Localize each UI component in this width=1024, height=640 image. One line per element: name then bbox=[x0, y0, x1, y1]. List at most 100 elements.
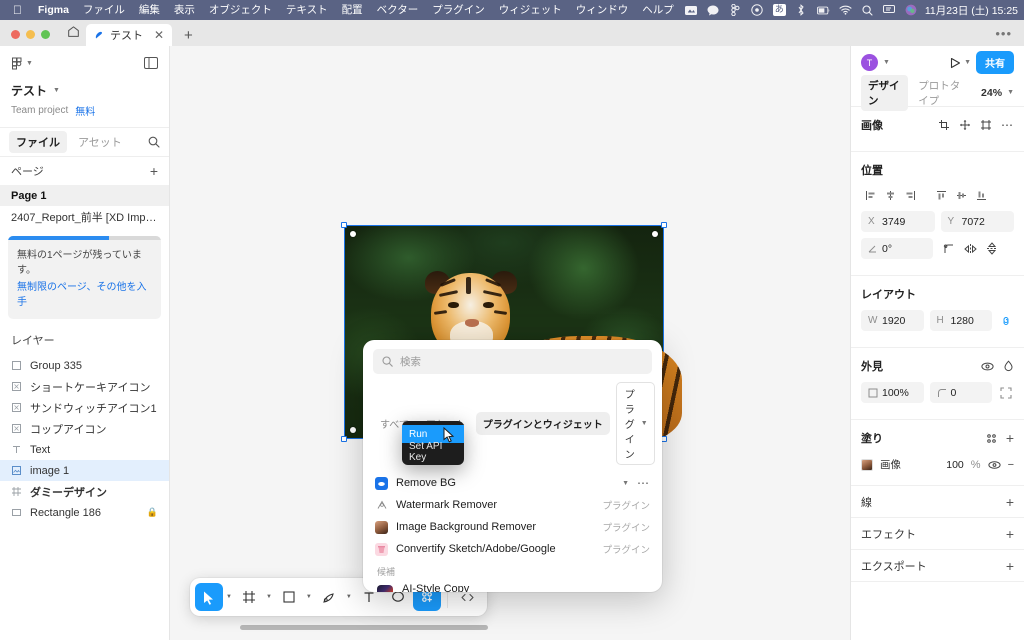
layer-row-image-1[interactable]: image 1 bbox=[0, 460, 169, 481]
plus-icon[interactable]: + bbox=[1006, 559, 1014, 573]
opacity-field[interactable]: 100% bbox=[861, 382, 924, 403]
x-field[interactable]: X 3749 bbox=[861, 211, 935, 232]
y-field[interactable]: Y 7072 bbox=[940, 211, 1014, 232]
align-bottom-icon[interactable] bbox=[972, 186, 990, 204]
independent-corners-icon[interactable] bbox=[998, 384, 1014, 402]
upsell-link[interactable]: 無制限のページ、その他を入手 bbox=[17, 280, 152, 310]
crop-icon[interactable] bbox=[938, 119, 950, 131]
pen-tool[interactable] bbox=[315, 583, 343, 611]
plugin-type-select[interactable]: プラグイン ▼ bbox=[615, 382, 655, 465]
fill-row-image[interactable]: 画像 100 % − bbox=[861, 454, 1014, 475]
search-icon[interactable] bbox=[148, 136, 160, 148]
spotlight-search-icon[interactable] bbox=[861, 4, 874, 17]
context-menu-item-set-api-key[interactable]: Set API Key bbox=[402, 441, 464, 463]
plugin-row-image-background-remover[interactable]: Image Background Remover プラグイン bbox=[365, 516, 660, 538]
align-center-h-icon[interactable] bbox=[881, 186, 899, 204]
chevron-down-icon[interactable]: ▼ bbox=[224, 594, 234, 600]
tab-design[interactable]: デザイン bbox=[861, 74, 909, 111]
chevron-down-icon[interactable]: ▼ bbox=[304, 594, 314, 600]
blend-mode-icon[interactable] bbox=[1003, 360, 1014, 372]
crop-handle-top-left[interactable] bbox=[350, 231, 356, 237]
wifi-icon[interactable] bbox=[839, 4, 852, 17]
input-source-badge[interactable]: あ bbox=[772, 4, 786, 16]
suggestion-card-ai-style-copy[interactable]: AI-Style Copy Transform your designs wit… bbox=[365, 581, 660, 592]
siri-icon[interactable] bbox=[905, 4, 918, 17]
layer-row-group-335[interactable]: Group 335 bbox=[0, 355, 169, 376]
layer-row-dummy-design[interactable]: ダミーデザイン bbox=[0, 481, 169, 502]
shape-tool[interactable] bbox=[275, 583, 303, 611]
menu-edit[interactable]: 編集 bbox=[132, 0, 167, 20]
chat-icon[interactable] bbox=[707, 4, 720, 17]
rotation-field[interactable]: 0° bbox=[861, 238, 933, 259]
frame-tool[interactable] bbox=[235, 583, 263, 611]
tab-files[interactable]: ファイル bbox=[9, 131, 67, 153]
search-input[interactable]: 検索 bbox=[373, 349, 652, 374]
height-field[interactable]: H 1280 bbox=[929, 310, 992, 331]
lock-icon[interactable]: 🔒 bbox=[147, 507, 158, 518]
align-right-icon[interactable] bbox=[901, 186, 919, 204]
share-button[interactable]: 共有 bbox=[976, 51, 1014, 74]
panel-toggle-icon[interactable] bbox=[144, 57, 158, 69]
zoom-control[interactable]: 24% ▼ bbox=[981, 87, 1014, 99]
styles-icon[interactable] bbox=[986, 433, 997, 444]
align-top-icon[interactable] bbox=[932, 186, 950, 204]
menu-figma[interactable]: Figma bbox=[31, 0, 76, 20]
chevron-down-icon[interactable]: ▼ bbox=[344, 594, 354, 600]
layer-row-text[interactable]: Text bbox=[0, 439, 169, 460]
maximize-window-button[interactable] bbox=[41, 30, 50, 39]
tabstrip-overflow-button[interactable]: ••• bbox=[995, 26, 1024, 46]
scale-icon[interactable] bbox=[980, 119, 992, 131]
align-left-icon[interactable] bbox=[861, 186, 879, 204]
minimize-window-button[interactable] bbox=[26, 30, 35, 39]
filter-plugins-widgets[interactable]: プラグインとウィジェット bbox=[475, 412, 610, 435]
export-section[interactable]: エクスポート + bbox=[851, 550, 1024, 582]
page-item-report[interactable]: 2407_Report_前半 [XD Import] (30-Ju... bbox=[0, 206, 169, 227]
plugin-row-remove-bg[interactable]: Remove BG ▼ ⋯ bbox=[365, 472, 660, 494]
chevron-down-icon[interactable]: ▼ bbox=[264, 594, 274, 600]
bluetooth-icon[interactable] bbox=[795, 4, 808, 17]
page-item-page-1[interactable]: Page 1 bbox=[0, 185, 169, 206]
menu-widgets[interactable]: ウィジェット bbox=[492, 0, 569, 20]
record-icon[interactable] bbox=[751, 4, 764, 17]
menu-text[interactable]: テキスト bbox=[279, 0, 335, 20]
layer-row-shortcake-icon[interactable]: ショートケーキアイコン bbox=[0, 376, 169, 397]
flip-horizontal-icon[interactable] bbox=[964, 243, 977, 255]
fill-opacity[interactable]: 100 bbox=[946, 459, 964, 471]
chevron-down-icon[interactable]: ▼ bbox=[883, 59, 890, 66]
battery-icon[interactable] bbox=[816, 4, 830, 17]
chevron-down-icon[interactable]: ▼ bbox=[622, 480, 629, 487]
crop-handle-top-right[interactable] bbox=[652, 231, 658, 237]
resize-handle-top-right[interactable] bbox=[661, 222, 667, 228]
menu-help[interactable]: ヘルプ bbox=[635, 0, 681, 20]
align-middle-v-icon[interactable] bbox=[952, 186, 970, 204]
grid-icon[interactable] bbox=[729, 4, 742, 17]
corner-radius-field[interactable]: 0 bbox=[929, 382, 992, 403]
plus-icon[interactable]: + bbox=[1006, 527, 1014, 541]
screenshot-icon[interactable] bbox=[685, 4, 698, 17]
tab-assets[interactable]: アセット bbox=[71, 131, 129, 153]
home-icon[interactable] bbox=[60, 20, 86, 46]
plugin-row-convertify[interactable]: Convertify Sketch/Adobe/Google プラグイン bbox=[365, 538, 660, 560]
menubar-clock[interactable]: 11月23日 (土) 15:25 bbox=[922, 3, 1018, 18]
chevron-down-icon[interactable]: ▼ bbox=[964, 59, 971, 66]
visibility-icon[interactable] bbox=[987, 460, 1001, 470]
avatar[interactable]: T bbox=[861, 54, 878, 71]
width-field[interactable]: W 1920 bbox=[861, 310, 924, 331]
link-ratio-icon[interactable] bbox=[998, 312, 1014, 330]
canvas-horizontal-scrollbar[interactable] bbox=[240, 625, 488, 630]
plan-badge[interactable]: 無料 bbox=[75, 103, 95, 118]
corner-radius-icon[interactable] bbox=[943, 243, 955, 255]
present-button[interactable]: ▼ bbox=[949, 57, 971, 69]
menu-vector[interactable]: ベクター bbox=[370, 0, 426, 20]
menu-window[interactable]: ウィンドウ bbox=[569, 0, 636, 20]
menu-object[interactable]: オブジェクト bbox=[202, 0, 279, 20]
move-tool[interactable] bbox=[195, 583, 223, 611]
new-tab-button[interactable]: + bbox=[172, 28, 203, 46]
minus-icon[interactable]: − bbox=[1008, 459, 1014, 471]
more-icon[interactable]: ⋯ bbox=[1001, 118, 1014, 132]
menu-plugins[interactable]: プラグイン bbox=[425, 0, 492, 20]
layer-row-sandwich-icon-1[interactable]: サンドウィッチアイコン1 bbox=[0, 397, 169, 418]
layer-row-rectangle-186[interactable]: Rectangle 186 🔒 bbox=[0, 502, 169, 523]
crop-handle-bottom-left[interactable] bbox=[350, 427, 356, 433]
plus-icon[interactable]: + bbox=[1006, 431, 1014, 445]
